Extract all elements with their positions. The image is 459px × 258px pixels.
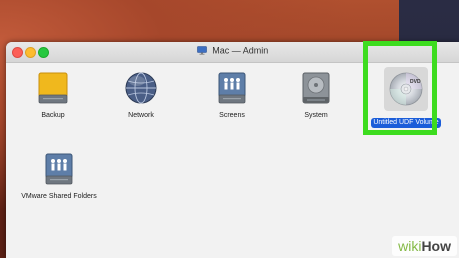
shared-drive-icon [45, 153, 73, 185]
item-screens[interactable]: Screens [194, 71, 270, 120]
hard-drive-icon [302, 72, 330, 104]
wikihow-watermark: wikiHow [392, 236, 457, 256]
item-label: Backup [41, 112, 65, 119]
shared-screens-icon [218, 72, 246, 104]
green-highlight-box [363, 41, 437, 135]
window-title-text: Mac — Admin [212, 45, 269, 56]
item-backup[interactable]: Backup [15, 71, 91, 120]
computer-icon [196, 46, 207, 55]
item-label: Screens [219, 112, 245, 119]
item-vmware-shared-folders[interactable]: VMware Shared Folders [21, 152, 97, 201]
item-network[interactable]: Network [103, 71, 179, 120]
item-label: Network [128, 112, 154, 119]
watermark-wiki: wiki [398, 238, 422, 254]
network-icon [125, 72, 157, 104]
item-label: VMware Shared Folders [21, 193, 97, 200]
watermark-how: How [421, 238, 451, 254]
item-system[interactable]: System [278, 71, 354, 120]
item-label: System [304, 112, 328, 119]
drive-icon [38, 72, 68, 104]
